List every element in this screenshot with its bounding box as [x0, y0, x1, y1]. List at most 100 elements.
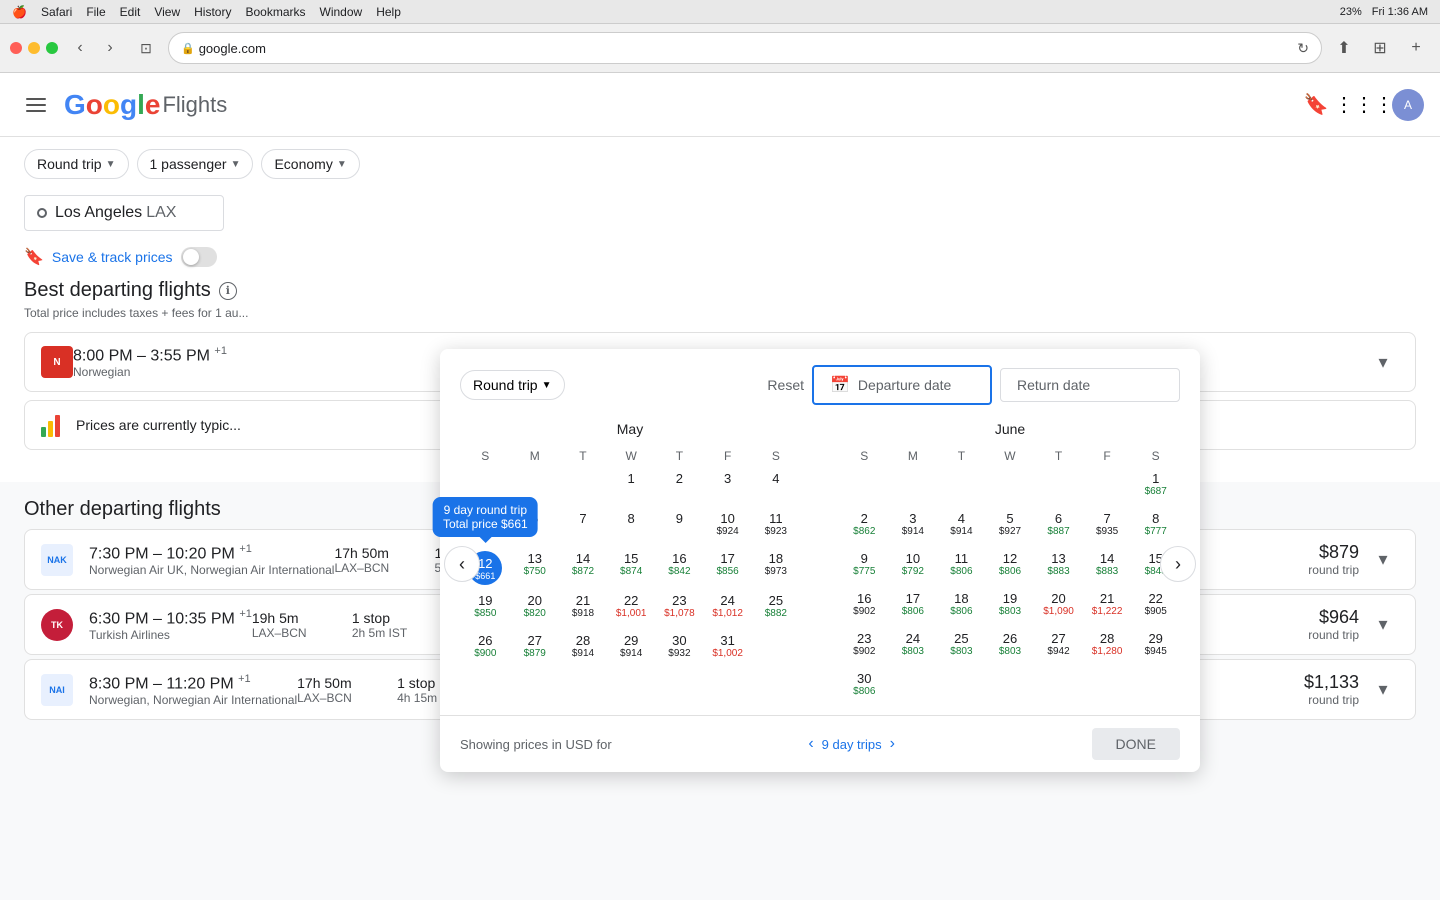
calendar-day-cell[interactable]: 16$842	[655, 547, 703, 589]
calendar-day-cell[interactable]: 3	[704, 467, 752, 507]
address-bar[interactable]: 🔒 google.com ↻	[168, 32, 1322, 64]
calendar-day-cell[interactable]: 4	[752, 467, 800, 507]
passenger-count-button[interactable]: 1 passenger ▼	[137, 149, 254, 179]
flight2-expand-button[interactable]: ▾	[1367, 609, 1399, 641]
calendar-day-cell[interactable]: 16$902	[840, 587, 889, 627]
best-flight-expand-button[interactable]: ▾	[1367, 346, 1399, 378]
calendar-day-cell[interactable]: 7$935	[1083, 507, 1132, 547]
calendar-day-cell[interactable]: 6$887	[1034, 507, 1083, 547]
save-track-toggle[interactable]	[181, 247, 217, 267]
calendar-done-button[interactable]: DONE	[1092, 728, 1180, 760]
close-window-button[interactable]	[10, 42, 22, 54]
calendar-day-cell[interactable]: 23$902	[840, 627, 889, 667]
calendar-day-cell[interactable]: 11$806	[937, 547, 986, 587]
calendar-reset-button[interactable]: Reset	[767, 377, 804, 393]
sidebar-toggle-button[interactable]: ⊡	[132, 34, 160, 62]
calendar-day-cell[interactable]: 31$1,002	[704, 629, 752, 669]
return-date-input[interactable]: Return date	[1000, 368, 1180, 402]
apps-grid-button[interactable]: ⋮⋮⋮	[1344, 85, 1384, 125]
calendar-day-cell[interactable]: 18$973	[752, 547, 800, 589]
calendar-day-cell[interactable]: 12$806	[986, 547, 1035, 587]
calendar-day-cell[interactable]: 22$1,001	[607, 589, 655, 629]
calendar-trip-type-button[interactable]: Round trip ▼	[460, 370, 565, 400]
calendar-day-cell[interactable]: 19$803	[986, 587, 1035, 627]
hamburger-menu-button[interactable]	[16, 85, 56, 125]
window-menu[interactable]: Window	[320, 5, 363, 19]
bookmark-button[interactable]: 🔖	[1296, 85, 1336, 125]
new-tab-button[interactable]: ⊞	[1366, 34, 1394, 62]
calendar-day-cell[interactable]: 6	[511, 507, 559, 547]
calendar-day-cell[interactable]: 29$945	[1131, 627, 1180, 667]
safari-menu[interactable]: Safari	[41, 5, 72, 19]
history-menu[interactable]: History	[194, 5, 231, 19]
calendar-day-cell[interactable]: 1$687	[1131, 467, 1180, 507]
calendar-day-cell[interactable]: 17$856	[704, 547, 752, 589]
calendar-day-cell[interactable]: 14$883	[1083, 547, 1132, 587]
share-button[interactable]: ⬆	[1330, 34, 1358, 62]
calendar-day-cell[interactable]: 17$806	[889, 587, 938, 627]
calendar-day-cell[interactable]: 25$882	[752, 589, 800, 629]
calendar-day-cell[interactable]: 8$777	[1131, 507, 1180, 547]
origin-input[interactable]: Los Angeles LAX	[24, 195, 224, 231]
calendar-day-cell[interactable]: 30$932	[655, 629, 703, 669]
user-avatar[interactable]: A	[1392, 89, 1424, 121]
help-menu[interactable]: Help	[376, 5, 401, 19]
add-tab-button[interactable]: +	[1402, 34, 1430, 62]
calendar-day-cell[interactable]: 28$914	[559, 629, 607, 669]
file-menu[interactable]: File	[86, 5, 105, 19]
maximize-window-button[interactable]	[46, 42, 58, 54]
flight1-expand-button[interactable]: ▾	[1367, 544, 1399, 576]
minimize-window-button[interactable]	[28, 42, 40, 54]
calendar-day-cell[interactable]: 1	[607, 467, 655, 507]
calendar-next-button[interactable]: ›	[1160, 546, 1196, 582]
calendar-day-cell[interactable]: 24$803	[889, 627, 938, 667]
calendar-day-cell[interactable]: 19$850	[460, 589, 511, 629]
refresh-button[interactable]: ↻	[1297, 40, 1309, 57]
view-menu[interactable]: View	[154, 5, 180, 19]
calendar-day-cell[interactable]: 28$1,280	[1083, 627, 1132, 667]
edit-menu[interactable]: Edit	[120, 5, 141, 19]
calendar-day-cell[interactable]: 3$914	[889, 507, 938, 547]
calendar-day-cell[interactable]: 25$803	[937, 627, 986, 667]
flight3-expand-button[interactable]: ▾	[1367, 674, 1399, 706]
calendar-day-cell[interactable]: 9$775	[840, 547, 889, 587]
calendar-day-cell[interactable]: 21$918	[559, 589, 607, 629]
calendar-day-cell[interactable]: 11$923	[752, 507, 800, 547]
cabin-class-button[interactable]: Economy ▼	[261, 149, 359, 179]
calendar-day-cell[interactable]: 5$927	[986, 507, 1035, 547]
calendar-day-cell[interactable]: 26$900	[460, 629, 511, 669]
calendar-day-cell[interactable]: 30$806	[840, 667, 889, 707]
calendar-day-cell[interactable]: 9	[655, 507, 703, 547]
calendar-day-cell[interactable]: 2	[655, 467, 703, 507]
calendar-day-cell[interactable]: 29$914	[607, 629, 655, 669]
apple-menu[interactable]: 🍎	[12, 5, 27, 19]
calendar-day-cell[interactable]: 13$750	[511, 547, 559, 589]
duration-prev-button[interactable]: ‹	[808, 735, 813, 753]
calendar-day-cell[interactable]: 7	[559, 507, 607, 547]
departure-date-input[interactable]: 📅 Departure date	[812, 365, 992, 405]
calendar-day-cell[interactable]: 8	[607, 507, 655, 547]
calendar-day-cell[interactable]: 27$942	[1034, 627, 1083, 667]
trip-type-button[interactable]: Round trip ▼	[24, 149, 129, 179]
calendar-day-cell[interactable]: 27$879	[511, 629, 559, 669]
info-icon[interactable]: ℹ	[219, 282, 237, 300]
calendar-day-cell[interactable]: 21$1,222	[1083, 587, 1132, 627]
calendar-day-cell[interactable]: 26$803	[986, 627, 1035, 667]
bookmarks-menu[interactable]: Bookmarks	[245, 5, 305, 19]
calendar-day-cell[interactable]: 5	[460, 507, 511, 547]
calendar-day-cell[interactable]: 10$924	[704, 507, 752, 547]
calendar-day-cell[interactable]: 4$914	[937, 507, 986, 547]
calendar-day-cell[interactable]: 24$1,012	[704, 589, 752, 629]
calendar-day-cell[interactable]: 2$862	[840, 507, 889, 547]
calendar-day-cell[interactable]: 15$874	[607, 547, 655, 589]
calendar-day-cell[interactable]: 23$1,078	[655, 589, 703, 629]
back-button[interactable]: ‹	[66, 34, 94, 62]
calendar-day-cell[interactable]: 13$883	[1034, 547, 1083, 587]
duration-next-button[interactable]: ›	[890, 735, 895, 753]
calendar-day-cell[interactable]: 20$820	[511, 589, 559, 629]
calendar-day-cell[interactable]: 22$905	[1131, 587, 1180, 627]
calendar-day-cell[interactable]: 14$872	[559, 547, 607, 589]
forward-button[interactable]: ›	[96, 34, 124, 62]
calendar-prev-button[interactable]: ‹	[444, 546, 480, 582]
calendar-day-cell[interactable]: 20$1,090	[1034, 587, 1083, 627]
